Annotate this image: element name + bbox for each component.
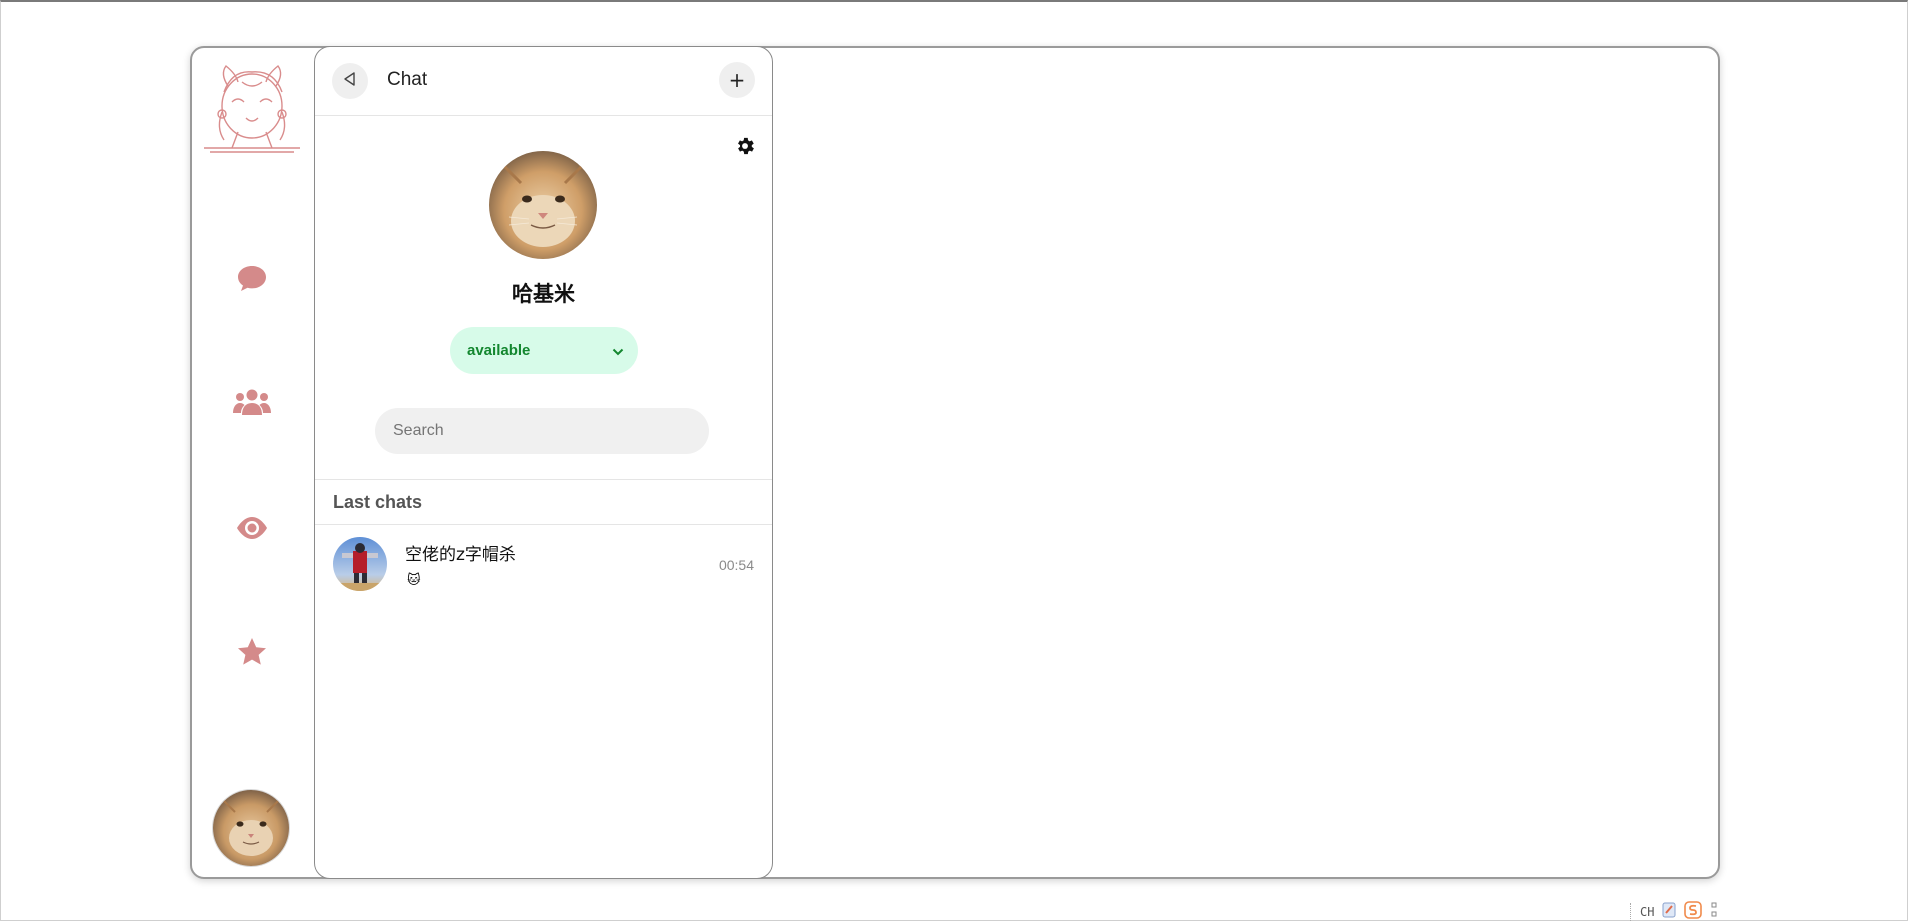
last-chats-heading: Last chats	[333, 492, 423, 512]
back-triangle-icon	[342, 71, 358, 92]
profile-avatar[interactable]	[489, 151, 597, 259]
user-avatar[interactable]	[213, 790, 289, 866]
page-title: Chat	[387, 69, 428, 90]
star-icon	[236, 636, 268, 668]
rail-item-groups[interactable]	[228, 378, 276, 426]
rail-item-watch[interactable]	[228, 504, 276, 552]
status-value: available	[467, 342, 531, 359]
chevron-down-icon	[612, 344, 624, 362]
rail-item-chats[interactable]	[228, 254, 276, 302]
gear-icon[interactable]	[734, 135, 756, 157]
tray-divider	[1630, 903, 1632, 921]
chat-avatar	[333, 537, 387, 591]
divider	[315, 524, 772, 525]
chat-bubble-icon	[236, 263, 268, 293]
icon-rail	[192, 48, 314, 877]
ime-indicator[interactable]: CH	[1640, 905, 1654, 919]
chat-last-message: 🐱	[407, 573, 421, 588]
chat-panel: Chat + 哈基米 available Search Last chats 空…	[314, 46, 773, 879]
group-users-icon	[233, 387, 271, 417]
chat-contact-name: 空佬的z字帽杀	[405, 545, 516, 565]
list-item[interactable]: 空佬的z字帽杀 🐱 00:54	[315, 533, 772, 601]
rail-item-favorites[interactable]	[228, 628, 276, 676]
profile-name: 哈基米	[512, 282, 575, 306]
sogou-s-icon[interactable]	[1684, 900, 1703, 924]
tray-menu-icon[interactable]	[1710, 901, 1718, 924]
panel-header: Chat +	[315, 47, 772, 116]
status-dropdown[interactable]: available	[450, 327, 638, 374]
new-chat-button[interactable]: +	[719, 62, 755, 98]
chat-timestamp: 00:54	[718, 557, 754, 573]
plus-icon: +	[728, 68, 746, 92]
chat-app-window: Chat + 哈基米 available Search Last chats 空…	[190, 46, 1720, 879]
system-tray: CH	[1630, 900, 1718, 924]
anime-girl-logo	[202, 62, 302, 158]
search-input[interactable]	[375, 408, 709, 454]
notes-icon[interactable]	[1660, 901, 1678, 924]
eye-icon	[235, 515, 269, 541]
divider	[315, 479, 772, 480]
back-button[interactable]	[332, 63, 368, 99]
